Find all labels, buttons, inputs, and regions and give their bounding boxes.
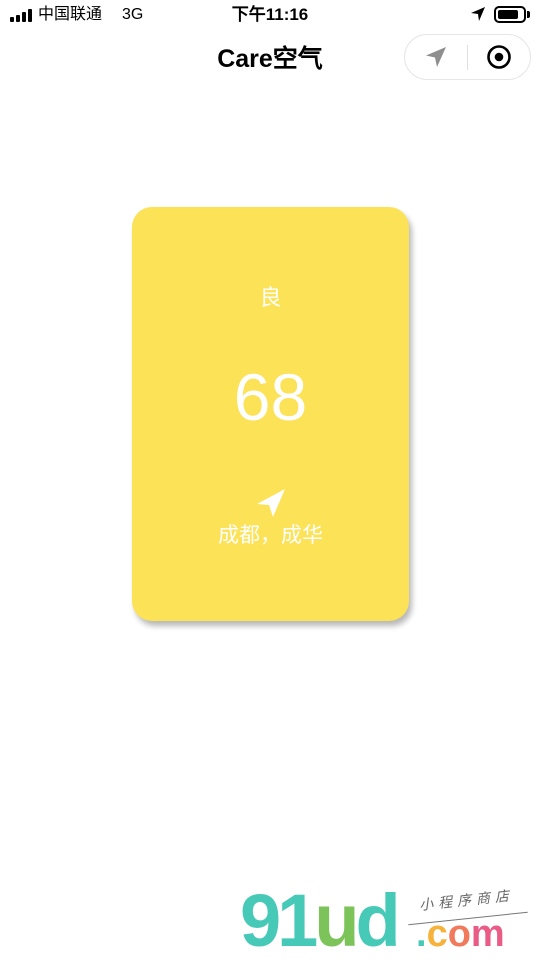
air-quality-card[interactable]: 良 68 成都，成华 [132, 207, 409, 621]
battery-icon [494, 6, 526, 23]
watermark-logo: 91ud [240, 879, 401, 960]
aqi-value: 68 [233, 360, 308, 434]
close-miniprogram-button[interactable] [468, 35, 530, 79]
location-name: 成都，成华 [218, 524, 323, 547]
location-services-icon [471, 7, 485, 21]
watermark-tagline: 小程序商店 [418, 887, 515, 913]
watermark: 91ud .com 小程序商店 [238, 880, 538, 960]
battery-tip [527, 11, 530, 18]
location-button[interactable] [405, 35, 467, 79]
status-bar: 中国联通 3G 下午11:16 [0, 0, 540, 30]
capsule-menu [404, 34, 531, 80]
air-quality-level: 良 [259, 285, 282, 310]
status-time: 下午11:16 [231, 5, 309, 24]
location-arrow-icon [426, 47, 446, 67]
navigation-arrow-icon [257, 489, 285, 517]
watermark-domain: .com [416, 913, 505, 955]
target-icon [487, 45, 511, 69]
battery-level [498, 10, 518, 19]
